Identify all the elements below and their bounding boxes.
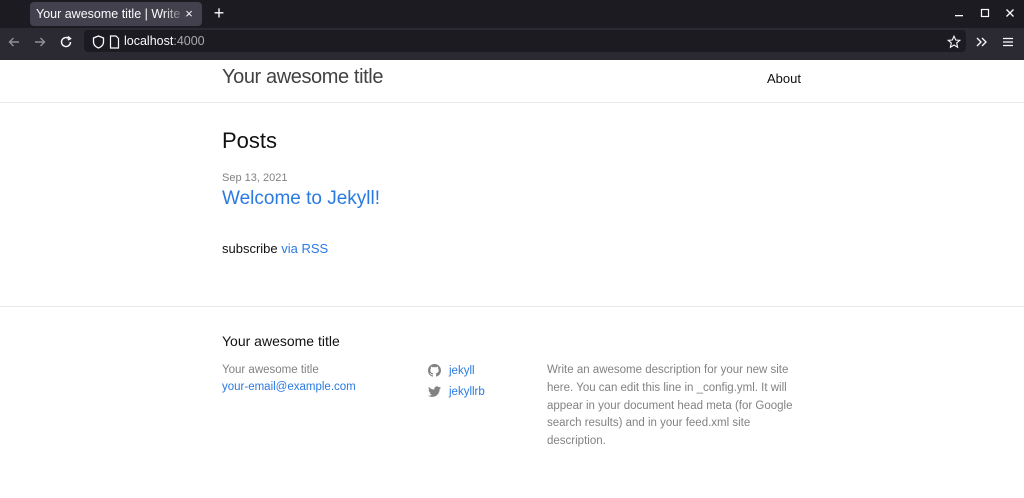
tab-title: Your awesome title | Write an awesome de… [36,7,186,21]
minimize-icon[interactable] [949,4,969,24]
footer-email-link[interactable]: your-email@example.com [222,381,356,393]
subscribe-line: subscribe via RSS [222,241,328,256]
twitter-username: jekyllrb [449,386,485,398]
close-window-icon[interactable] [1000,4,1020,24]
browser-tab[interactable]: Your awesome title | Write an awesome de… [30,2,202,26]
site-title-link[interactable]: Your awesome title [222,66,383,89]
subscribe-label: subscribe [222,241,278,256]
new-tab-button[interactable]: + [209,3,229,23]
close-tab-icon[interactable]: × [180,5,198,23]
url-bar[interactable] [84,30,966,52]
post-title-link[interactable]: Welcome to Jekyll! [222,188,380,210]
github-username: jekyll [449,364,475,377]
maximize-icon[interactable] [975,4,995,24]
reload-icon[interactable] [56,32,76,52]
nav-about-link[interactable]: About [767,71,801,86]
footer-heading: Your awesome title [222,333,340,349]
back-icon[interactable] [4,32,24,52]
site-header: Your awesome title About [0,60,1024,103]
posts-heading: Posts [222,128,278,153]
post-date: Sep 13, 2021 [222,172,288,184]
github-icon [428,364,441,377]
twitter-icon [428,386,441,397]
footer-description: Write an awesome description for your ne… [547,364,793,448]
forward-icon[interactable] [30,32,50,52]
twitter-link[interactable]: jekyllrb [428,386,485,398]
footer-name: Your awesome title [222,364,319,376]
site-footer: Your awesome title Your awesome title yo… [0,306,1024,498]
web-page: Your awesome title About Posts Sep 13, 2… [0,60,1024,498]
url-port: :4000 [173,34,205,48]
github-link[interactable]: jekyll [428,364,475,377]
rss-link[interactable]: via RSS [281,241,328,256]
page-icon[interactable] [104,32,124,52]
browser-tab-bar: Your awesome title | Write an awesome de… [0,0,1024,28]
overflow-icon[interactable] [972,32,992,52]
menu-icon[interactable] [998,32,1018,52]
url-text[interactable]: localhost:4000 [124,33,205,49]
bookmark-star-icon[interactable] [944,32,964,52]
url-host: localhost [124,34,174,48]
